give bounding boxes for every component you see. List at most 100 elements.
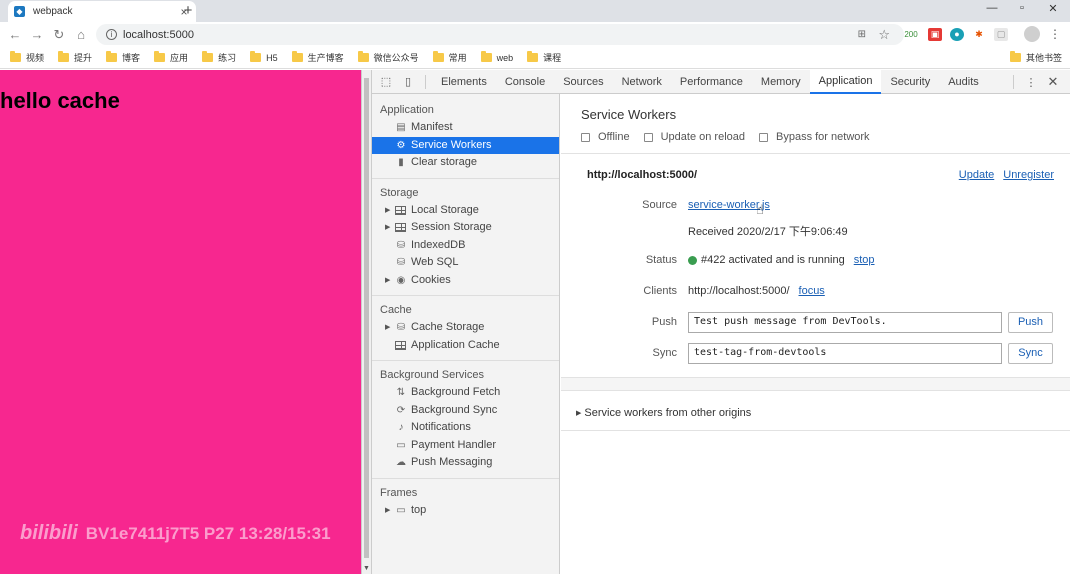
bookmark-folder[interactable]: 博客 — [106, 51, 140, 64]
folder-icon — [10, 51, 21, 62]
minimize-window-button[interactable]: — — [985, 2, 999, 14]
sidebar-item-frame-top[interactable]: ▶ ▭ top — [372, 502, 559, 520]
address-bar[interactable]: i localhost:5000 ⊞ ☆ — [96, 24, 904, 45]
application-sidebar: Application ▤ Manifest ⚙ Service Workers ▮… — [372, 94, 560, 574]
sidebar-item-local-storage[interactable]: ▶ Local Storage — [372, 202, 559, 220]
extension-red-icon[interactable]: ▣ — [928, 28, 942, 41]
address-url[interactable]: localhost:5000 — [123, 29, 194, 41]
bookmark-folder[interactable]: 提升 — [58, 51, 92, 64]
update-on-reload-checkbox[interactable]: Update on reload — [643, 131, 745, 143]
bookmark-folder[interactable]: 生产博客 — [291, 51, 344, 64]
bookmark-folder[interactable]: 视频 — [10, 51, 44, 64]
sidebar-item-service-workers[interactable]: ⚙ Service Workers — [372, 136, 559, 154]
sync-button[interactable]: Sync — [1008, 343, 1053, 364]
sw-options: Offline Update on reload Bypass for netw… — [581, 131, 884, 143]
bookmark-star-icon[interactable]: ☆ — [878, 27, 890, 43]
sidebar-item-application-cache[interactable]: Application Cache — [372, 337, 559, 355]
expand-triangle-icon[interactable]: ▶ — [385, 272, 390, 290]
sidebar-divider — [372, 360, 559, 361]
extension-gray-icon[interactable]: ▢ — [994, 28, 1008, 41]
bookmark-folder[interactable]: H5 — [250, 51, 278, 64]
browser-menu-icon[interactable]: ⋮ — [1048, 28, 1062, 41]
folder-icon — [58, 51, 70, 62]
push-button[interactable]: Push — [1008, 312, 1053, 333]
maximize-window-button[interactable]: ▫ — [1015, 2, 1029, 14]
bookmark-folder[interactable]: 微信公众号 — [357, 51, 419, 64]
trash-icon: ▮ — [398, 157, 404, 168]
tab-elements[interactable]: Elements — [432, 70, 496, 94]
expand-triangle-icon[interactable]: ▶ — [576, 409, 581, 417]
extension-200-badge[interactable]: 200 — [904, 28, 918, 41]
sidebar-item-cache-storage[interactable]: ▶ ⛁ Cache Storage — [372, 319, 559, 337]
expand-triangle-icon[interactable]: ▶ — [385, 219, 390, 237]
expand-triangle-icon[interactable]: ▶ — [385, 502, 390, 520]
home-icon[interactable]: ⌂ — [70, 27, 92, 42]
tab-performance[interactable]: Performance — [671, 70, 752, 94]
tab-network[interactable]: Network — [613, 70, 671, 94]
browser-tab[interactable]: ◆ webpack × — [8, 1, 196, 22]
tab-audits[interactable]: Audits — [939, 70, 988, 94]
sidebar-item-web-sql[interactable]: ⛁ Web SQL — [372, 254, 559, 272]
bookmark-folder[interactable]: 练习 — [202, 51, 236, 64]
back-icon[interactable]: ← — [4, 27, 26, 42]
bookmark-folder[interactable]: 常用 — [432, 51, 467, 64]
sidebar-item-payment-handler[interactable]: ▭ Payment Handler — [372, 437, 559, 455]
extension-teal-icon[interactable]: ● — [950, 28, 964, 41]
stop-link[interactable]: stop — [854, 254, 875, 266]
tab-console[interactable]: Console — [496, 70, 554, 94]
tab-sources[interactable]: Sources — [554, 70, 612, 94]
tab-memory[interactable]: Memory — [752, 70, 810, 94]
bookmark-folder[interactable]: 应用 — [154, 51, 188, 64]
sidebar-item-indexeddb[interactable]: ⛁ IndexedDB — [372, 237, 559, 255]
page-scrollbar[interactable]: ▼ — [361, 70, 372, 574]
sync-tag-input[interactable]: test-tag-from-devtools — [688, 343, 1002, 364]
inspect-element-icon[interactable]: ⬚ — [375, 75, 397, 88]
bypass-for-network-checkbox[interactable]: Bypass for network — [759, 131, 870, 143]
sidebar-item-clear-storage[interactable]: ▮ Clear storage — [372, 154, 559, 172]
translate-icon[interactable]: ⊞ — [858, 29, 866, 40]
scrollbar-thumb[interactable] — [364, 78, 369, 558]
close-devtools-icon[interactable]: ✕ — [1042, 74, 1064, 90]
update-link[interactable]: Update — [959, 169, 994, 181]
unregister-link[interactable]: Unregister — [1003, 169, 1054, 181]
bookmark-folder[interactable]: web — [480, 51, 513, 64]
checkbox-box[interactable] — [643, 132, 653, 142]
profile-avatar[interactable] — [1024, 26, 1040, 42]
forward-icon[interactable]: → — [26, 27, 48, 42]
other-origins-toggle[interactable]: ▶ Service workers from other origins — [576, 407, 751, 419]
extension-orange-icon[interactable]: ✱ — [972, 28, 986, 41]
devtools-menu-icon[interactable]: ⋮ — [1020, 76, 1042, 89]
push-message-input[interactable]: Test push message from DevTools. — [688, 312, 1002, 333]
mouse-pointer-icon: ☝ — [756, 202, 764, 217]
tab-separator — [1013, 75, 1014, 89]
client-url: http://localhost:5000/ — [688, 285, 790, 297]
new-tab-button[interactable]: + — [180, 2, 196, 19]
checkbox-box[interactable] — [581, 132, 590, 142]
focus-link[interactable]: focus — [799, 285, 825, 297]
folder-icon — [527, 51, 539, 62]
close-window-button[interactable]: ✕ — [1046, 2, 1060, 15]
scroll-down-arrow-icon[interactable]: ▼ — [362, 565, 371, 572]
sidebar-item-background-sync[interactable]: ⟳ Background Sync — [372, 402, 559, 420]
sidebar-item-push-messaging[interactable]: ☁ Push Messaging — [372, 454, 559, 472]
bookmark-folder[interactable]: 课程 — [527, 51, 561, 64]
other-bookmarks-folder[interactable]: 其他书签 — [1009, 51, 1062, 64]
sidebar-item-session-storage[interactable]: ▶ Session Storage — [372, 219, 559, 237]
expand-triangle-icon[interactable]: ▶ — [385, 319, 390, 337]
site-info-icon[interactable]: i — [106, 29, 117, 40]
sidebar-item-cookies[interactable]: ▶ ◉ Cookies — [372, 272, 559, 290]
webpack-favicon-icon: ◆ — [14, 6, 25, 17]
running-status-dot-icon — [688, 255, 697, 265]
sidebar-item-notifications[interactable]: ♪ Notifications — [372, 419, 559, 437]
offline-checkbox[interactable]: Offline — [581, 131, 630, 143]
expand-triangle-icon[interactable]: ▶ — [385, 202, 390, 220]
sidebar-item-manifest[interactable]: ▤ Manifest — [372, 119, 559, 137]
sidebar-section-background-services: Background Services — [380, 369, 484, 381]
device-toolbar-icon[interactable]: ▯ — [397, 75, 419, 88]
checkbox-box[interactable] — [759, 132, 768, 142]
sidebar-item-background-fetch[interactable]: ⇅ Background Fetch — [372, 384, 559, 402]
tab-security[interactable]: Security — [881, 70, 939, 94]
reload-icon[interactable]: ↻ — [48, 27, 70, 43]
tab-application[interactable]: Application — [809, 69, 882, 94]
cloud-icon: ☁ — [396, 457, 406, 468]
